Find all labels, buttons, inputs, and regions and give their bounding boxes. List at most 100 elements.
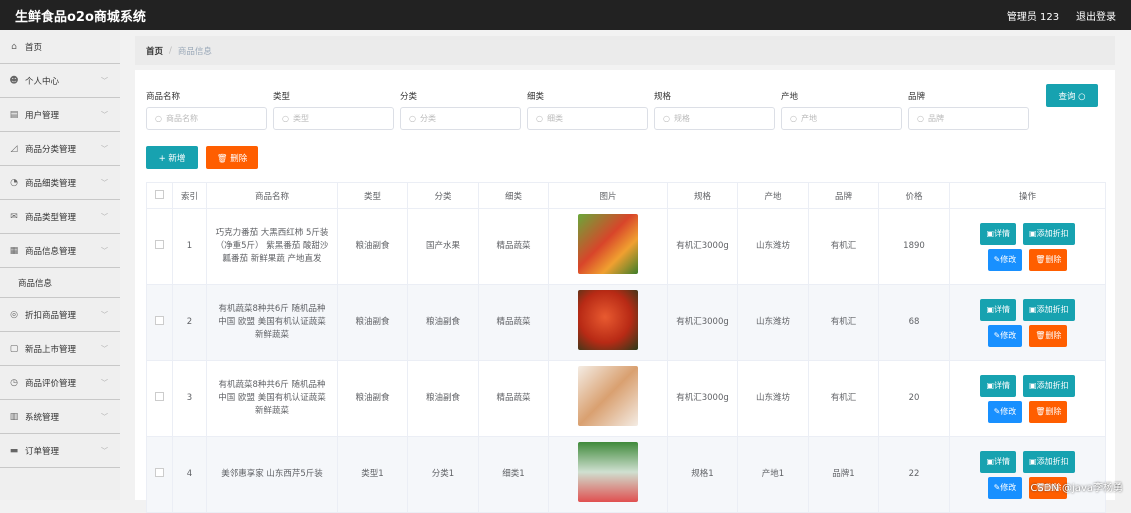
row-checkbox[interactable] [155, 391, 164, 401]
edit-button[interactable]: ✎ 修改 [987, 476, 1023, 499]
delete-button[interactable]: 🗑 删除 [1029, 248, 1068, 271]
select-all-checkbox[interactable] [155, 189, 164, 199]
detail-button[interactable]: ▣ 详情 [980, 222, 1016, 245]
detail-label: 详情 [994, 457, 1010, 466]
image-cell [548, 208, 668, 285]
filter-input[interactable]: ○ 品牌 [908, 107, 1029, 130]
sidebar-item-label: 折扣商品管理 [25, 310, 77, 321]
sidebar-item-briefcase[interactable]: ▤ 用户管理 ﹀ [0, 98, 120, 132]
product-image[interactable] [578, 366, 638, 426]
sidebar-item-monitor[interactable]: ▬ 订单管理 ﹀ [0, 434, 120, 468]
filter-label: 细类 [527, 92, 545, 102]
sidebar-item-document[interactable]: ▦ 商品信息管理 ﹀ [0, 234, 120, 268]
chevron-down-icon: ﹀ [101, 144, 108, 153]
add-discount-button[interactable]: ▣ 添加折扣 [1023, 298, 1075, 321]
sidebar-subitem-product-info[interactable]: 商品信息 [0, 268, 120, 298]
image-cell [548, 360, 668, 437]
chevron-down-icon: ﹀ [101, 412, 108, 421]
detail-button[interactable]: ▣ 详情 [980, 374, 1016, 397]
chevron-down-icon: ﹀ [101, 212, 108, 221]
sidebar-item-new[interactable]: ▢ 新品上市管理 ﹀ [0, 332, 120, 366]
sidebar-item-home[interactable]: ⌂ 首页 [0, 30, 120, 64]
row-checkbox-cell[interactable] [146, 208, 173, 285]
filter-placeholder: 分类 [419, 114, 436, 123]
search-button[interactable]: 查询 ○ [1046, 84, 1098, 107]
sidebar-item-label: 用户管理 [25, 110, 60, 121]
batch-delete-button[interactable]: 🗑 删除 [206, 146, 258, 169]
edit-button[interactable]: ✎ 修改 [987, 248, 1023, 271]
filter-label: 品牌 [908, 92, 926, 102]
table-row: 1 巧克力番茄 大黑西红柿 5斤装（净重5斤） 紫黑番茄 酸甜沙瓤番茄 新鲜果蔬 … [146, 208, 1106, 285]
delete-button[interactable]: 🗑 删除 [1029, 324, 1068, 347]
row-checkbox-cell[interactable] [146, 284, 173, 361]
filter-placeholder: 品牌 [927, 114, 944, 123]
sidebar-item-label: 订单管理 [25, 446, 60, 457]
edit-button[interactable]: ✎ 修改 [987, 324, 1023, 347]
sidebar-item-label: 首页 [25, 42, 43, 53]
sidebar-item-system[interactable]: ▥ 系统管理 ﹀ [0, 400, 120, 434]
actions-cell: ▣ 详情 ▣ 添加折扣 ✎ 修改 🗑 删除 [949, 436, 1106, 513]
detail-button[interactable]: ▣ 详情 [980, 450, 1016, 473]
sidebar-item-compass[interactable]: ◔ 商品细类管理 ﹀ [0, 166, 120, 200]
index-cell: 2 [172, 284, 207, 361]
column-header: 品牌 [808, 182, 879, 209]
add-discount-button[interactable]: ▣ 添加折扣 [1023, 374, 1075, 397]
sidebar-item-user[interactable]: ☻ 个人中心 ﹀ [0, 64, 120, 98]
breadcrumb-home[interactable]: 首页 [146, 45, 163, 57]
column-header[interactable] [146, 182, 173, 209]
price-cell: 68 [878, 284, 950, 361]
filter-label: 商品名称 [146, 92, 181, 102]
column-header: 图片 [548, 182, 668, 209]
search-icon: ○ [409, 114, 416, 123]
detail-button[interactable]: ▣ 详情 [980, 298, 1016, 321]
column-header: 规格 [667, 182, 738, 209]
row-checkbox-cell[interactable] [146, 360, 173, 437]
delete-label: 删除 [1045, 255, 1062, 264]
product-image[interactable] [578, 214, 638, 274]
breadcrumb-current: 商品信息 [177, 46, 212, 57]
sidebar-item-tag[interactable]: ◿ 商品分类管理 ﹀ [0, 132, 120, 166]
subcategory-cell: 精品蔬菜 [478, 208, 549, 285]
filter-bar: 商品名称 ○ 商品名称 类型 ○ 类型 分类 ○ 分类 细类 ○ 细类 规格 ○ 规格 产地 ○ 产地 品牌 ○ 品牌 [146, 90, 1035, 130]
chevron-down-icon: ﹀ [101, 178, 108, 187]
breadcrumb: 首页 / 商品信息 [135, 36, 1115, 65]
brand-cell: 有机汇 [808, 208, 879, 285]
chevron-down-icon: ﹀ [101, 378, 108, 387]
briefcase-icon: ▤ [9, 109, 19, 120]
filter-placeholder: 产地 [800, 114, 817, 123]
edit-button[interactable]: ✎ 修改 [987, 400, 1023, 423]
search-icon: ○ [790, 114, 797, 123]
filter-input[interactable]: ○ 类型 [273, 107, 394, 130]
filter-label: 类型 [273, 92, 291, 102]
logout-link[interactable]: 退出登录 [1076, 12, 1116, 23]
sidebar-item-discount[interactable]: ◎ 折扣商品管理 ﹀ [0, 298, 120, 332]
sidebar-item-mail[interactable]: ✉ 商品类型管理 ﹀ [0, 200, 120, 234]
sidebar-item-label: 商品评价管理 [25, 378, 77, 389]
price-cell: 20 [878, 360, 950, 437]
detail-label: 详情 [994, 229, 1010, 238]
add-discount-button[interactable]: ▣ 添加折扣 [1023, 222, 1075, 245]
mail-icon: ✉ [10, 211, 18, 222]
main-content: 商品名称 ○ 商品名称 类型 ○ 类型 分类 ○ 分类 细类 ○ 细类 规格 ○ 规格 产地 ○ 产地 品牌 ○ 品牌 … [135, 70, 1115, 513]
filter-group: 品牌 ○ 品牌 [908, 90, 1035, 130]
filter-input[interactable]: ○ 规格 [654, 107, 775, 130]
row-checkbox[interactable] [155, 467, 164, 477]
delete-button[interactable]: 🗑 删除 [1029, 400, 1068, 423]
product-image[interactable] [578, 290, 638, 350]
row-checkbox[interactable] [155, 239, 164, 249]
filter-input[interactable]: ○ 分类 [400, 107, 521, 130]
product-image[interactable] [578, 442, 638, 502]
row-checkbox-cell[interactable] [146, 436, 173, 513]
search-icon: ○ [663, 114, 670, 123]
filter-input[interactable]: ○ 商品名称 [146, 107, 267, 130]
add-discount-button[interactable]: ▣ 添加折扣 [1023, 450, 1075, 473]
row-checkbox[interactable] [155, 315, 164, 325]
discount-label: 添加折扣 [1036, 457, 1069, 466]
sidebar-item-clock[interactable]: ◷ 商品评价管理 ﹀ [0, 366, 120, 400]
actions-cell: ▣ 详情 ▣ 添加折扣 ✎ 修改 🗑 删除 [949, 360, 1106, 437]
chevron-down-icon: ﹀ [101, 76, 108, 85]
add-button[interactable]: + 新增 [146, 146, 198, 169]
filter-input[interactable]: ○ 产地 [781, 107, 902, 130]
filter-group: 商品名称 ○ 商品名称 [146, 90, 273, 130]
filter-input[interactable]: ○ 细类 [527, 107, 648, 130]
